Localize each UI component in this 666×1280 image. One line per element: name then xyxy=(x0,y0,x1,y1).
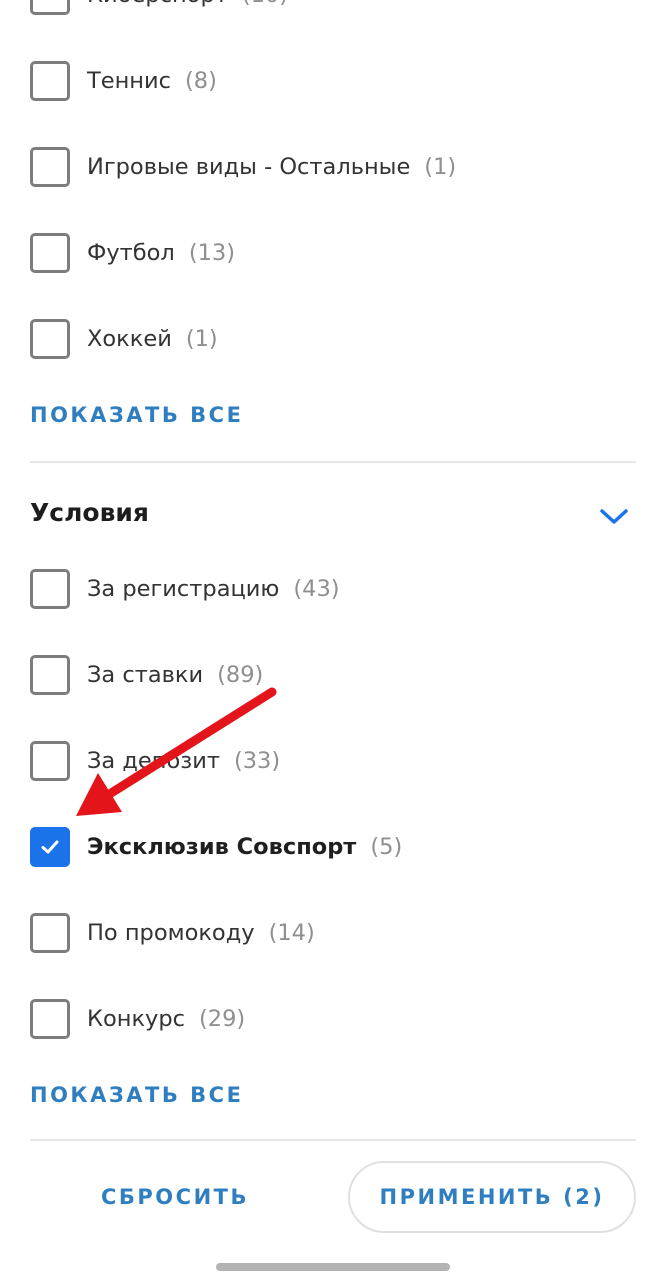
filter-label: За депозит xyxy=(87,748,220,774)
filter-count: (89) xyxy=(217,662,264,688)
filter-label: Футбол xyxy=(87,240,175,266)
filter-row-exclusive[interactable]: Эксклюзив Совспорт (5) xyxy=(30,825,402,869)
checkbox[interactable] xyxy=(30,147,70,187)
show-all-sports-link[interactable]: ПОКАЗАТЬ ВСЕ xyxy=(30,403,243,427)
checkbox[interactable] xyxy=(30,913,70,953)
filter-label: Игровые виды - Остальные xyxy=(87,154,411,180)
filter-count: (43) xyxy=(293,576,340,602)
show-all-conditions-link[interactable]: ПОКАЗАТЬ ВСЕ xyxy=(30,1083,243,1107)
filter-count: (29) xyxy=(199,1006,246,1032)
filter-count: (1) xyxy=(185,326,218,352)
checkbox[interactable] xyxy=(30,655,70,695)
checkbox[interactable] xyxy=(30,741,70,781)
filter-label: За регистрацию xyxy=(87,576,280,602)
filter-label: Киберспорт xyxy=(87,0,228,8)
filter-row-bets[interactable]: За ставки (89) xyxy=(30,653,263,697)
filter-row-contest[interactable]: Конкурс (29) xyxy=(30,997,245,1041)
checkbox[interactable] xyxy=(30,0,70,15)
filter-label: По промокоду xyxy=(87,920,255,946)
checkbox[interactable] xyxy=(30,61,70,101)
filter-label: Хоккей xyxy=(87,326,172,352)
checkbox[interactable] xyxy=(30,233,70,273)
filter-row-registration[interactable]: За регистрацию (43) xyxy=(30,567,340,611)
filter-label: Эксклюзив Совспорт xyxy=(87,834,357,860)
filter-row-tennis[interactable]: Теннис (8) xyxy=(30,59,217,103)
filter-count: (33) xyxy=(233,748,281,774)
checkbox[interactable] xyxy=(30,319,70,359)
filter-row-hockey[interactable]: Хоккей (1) xyxy=(30,317,218,361)
filter-count: (8) xyxy=(185,68,217,94)
chevron-down-icon[interactable] xyxy=(598,504,630,528)
checkbox[interactable] xyxy=(30,999,70,1039)
section-title-conditions: Условия xyxy=(30,498,149,527)
filter-row-esports[interactable]: Киберспорт (10) xyxy=(30,0,288,17)
checkmark-icon xyxy=(41,840,59,854)
section-divider xyxy=(30,461,636,463)
filter-row-deposit[interactable]: За депозит (33) xyxy=(30,739,280,783)
filter-count: (14) xyxy=(268,920,315,946)
filter-label: Конкурс xyxy=(87,1006,186,1032)
filter-count: (13) xyxy=(188,240,236,266)
checkbox-checked[interactable] xyxy=(30,827,70,867)
filter-row-football[interactable]: Футбол (13) xyxy=(30,231,235,275)
filter-count: (1) xyxy=(424,154,457,180)
filter-label: За ставки xyxy=(87,662,204,688)
filter-count: (10) xyxy=(242,0,288,8)
filter-count: (5) xyxy=(370,834,403,860)
filter-row-game-other[interactable]: Игровые виды - Остальные (1) xyxy=(30,145,456,189)
reset-button[interactable]: СБРОСИТЬ xyxy=(60,1165,290,1229)
filter-row-promocode[interactable]: По промокоду (14) xyxy=(30,911,315,955)
apply-button[interactable]: ПРИМЕНИТЬ (2) xyxy=(348,1161,636,1233)
home-indicator xyxy=(216,1263,450,1271)
filter-label: Теннис xyxy=(87,68,172,94)
footer-divider xyxy=(30,1139,636,1141)
checkbox[interactable] xyxy=(30,569,70,609)
